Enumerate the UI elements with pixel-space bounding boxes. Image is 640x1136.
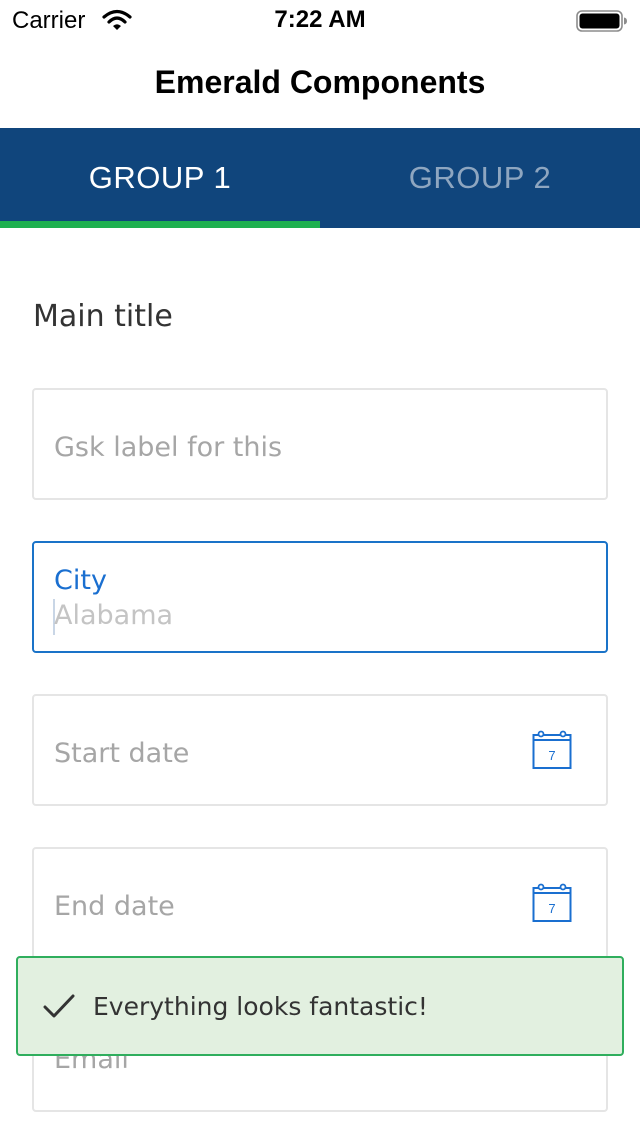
start-date-input[interactable]: Start date 7 — [32, 694, 608, 806]
end-date-placeholder: End date — [54, 891, 175, 922]
end-date-input[interactable]: End date 7 — [32, 847, 608, 959]
tab-group-1[interactable]: GROUP 1 — [0, 128, 320, 228]
clock: 7:22 AM — [274, 6, 366, 33]
check-icon — [43, 994, 75, 1018]
city-label: City — [54, 565, 107, 596]
toast-message: Everything looks fantastic! — [93, 992, 428, 1021]
calendar-icon[interactable]: 7 — [532, 730, 572, 770]
status-bar: Carrier 7:22 AM — [0, 0, 640, 40]
city-value: Alabama — [54, 600, 174, 631]
page-title: Emerald Components — [154, 64, 486, 100]
gsk-label-input[interactable]: Gsk label for this — [32, 388, 608, 500]
calendar-icon[interactable]: 7 — [532, 883, 572, 923]
main-title: Main title — [33, 299, 173, 334]
calendar-day-number: 7 — [548, 901, 555, 916]
active-tab-indicator — [0, 221, 320, 228]
battery-full-icon — [576, 10, 627, 32]
calendar-day-number: 7 — [548, 748, 555, 763]
start-date-placeholder: Start date — [54, 738, 190, 769]
success-toast[interactable]: Everything looks fantastic! — [16, 956, 624, 1056]
city-input[interactable]: City Alabama — [32, 541, 608, 653]
tab-bar: GROUP 1 GROUP 2 — [0, 128, 640, 228]
tab-group-2[interactable]: GROUP 2 — [320, 128, 640, 228]
gsk-label-placeholder: Gsk label for this — [54, 432, 283, 463]
